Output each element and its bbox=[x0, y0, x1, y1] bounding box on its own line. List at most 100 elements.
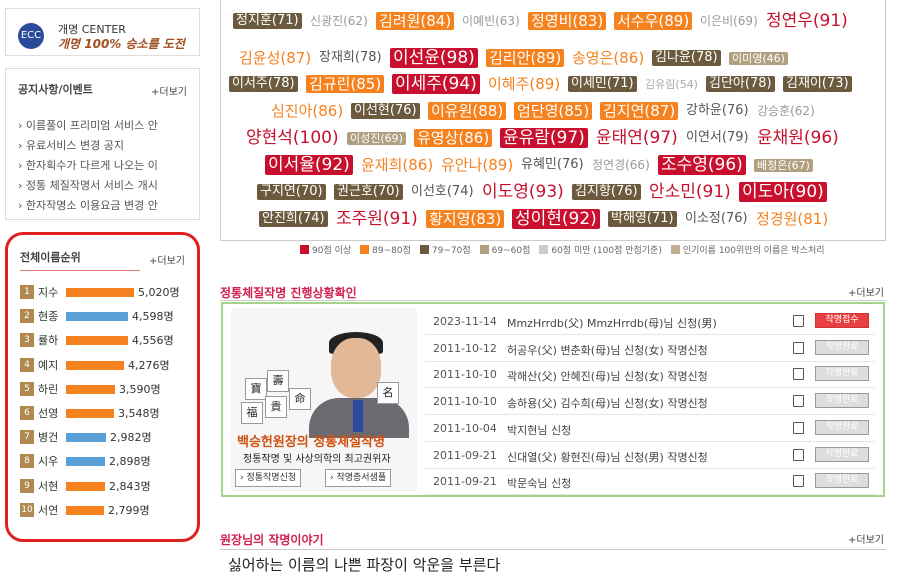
name-score-tag[interactable]: 이선호(74) bbox=[411, 184, 474, 200]
name-score-tag[interactable]: 유안나(89) bbox=[441, 156, 513, 174]
name-score-tag[interactable]: 윤태연(97) bbox=[596, 128, 678, 148]
name-score-tag[interactable]: 이세민(71) bbox=[568, 76, 637, 92]
name-score-tag[interactable]: 김지향(76) bbox=[572, 184, 641, 200]
progress-more-link[interactable]: +더보기 bbox=[848, 284, 884, 299]
notice-item[interactable]: › 유료서비스 변경 공지 bbox=[18, 137, 158, 157]
save-icon[interactable] bbox=[793, 475, 804, 488]
save-icon[interactable] bbox=[793, 448, 804, 461]
ranking-row[interactable]: 4 예지 4,276명 bbox=[20, 356, 200, 374]
certificate-sample-button[interactable]: › 작명증서샘플 bbox=[325, 469, 392, 487]
name-score-tag[interactable]: 윤재희(86) bbox=[361, 156, 433, 174]
name-score-tag[interactable]: 윤채원(96) bbox=[757, 128, 839, 148]
name-score-tag[interactable]: 김나윤(78) bbox=[652, 50, 721, 66]
ranking-row[interactable]: 9 서현 2,843명 bbox=[20, 477, 200, 495]
application-row[interactable]: 2011-10-10 송하용(父) 김수희(母)님 신청(女) 작명신청 작명완료 bbox=[425, 388, 875, 416]
ranking-row[interactable]: 1 지수 5,020명 bbox=[20, 283, 200, 301]
application-text[interactable]: 신대열(父) 황현진(母)님 신청(男) 작명신청 bbox=[507, 449, 708, 465]
apply-naming-button[interactable]: › 정통작명신청 bbox=[235, 469, 302, 487]
name-score-tag[interactable]: 김리안(89) bbox=[486, 49, 565, 67]
application-row[interactable]: 2011-10-04 박지현님 신청 작명완료 bbox=[425, 415, 875, 442]
name-score-tag[interactable]: 엄단영(85) bbox=[514, 102, 593, 120]
name-score-tag[interactable]: 양현석(100) bbox=[246, 128, 339, 148]
name-score-tag[interactable]: 김려원(84) bbox=[376, 12, 455, 30]
ranking-row[interactable]: 6 선영 3,548명 bbox=[20, 404, 200, 422]
notice-item[interactable]: › 정통 체질작명서 서비스 개시 bbox=[18, 177, 158, 197]
name-score-tag[interactable]: 유영상(86) bbox=[414, 129, 493, 147]
name-score-tag[interactable]: 구지연(70) bbox=[257, 184, 326, 200]
ranking-row[interactable]: 8 시우 2,898명 bbox=[20, 452, 200, 470]
notice-item[interactable]: › 한자작명소 이용요금 변경 안 bbox=[18, 197, 158, 217]
name-score-tag[interactable]: 강하윤(76) bbox=[686, 103, 749, 119]
name-score-tag[interactable]: 유혜민(76) bbox=[521, 157, 584, 173]
ranking-row[interactable]: 3 률하 4,556명 bbox=[20, 331, 200, 349]
save-icon[interactable] bbox=[793, 421, 804, 434]
name-score-tag[interactable]: 이도영(93) bbox=[482, 182, 564, 202]
application-text[interactable]: 박문숙님 신청 bbox=[507, 475, 571, 491]
save-icon[interactable] bbox=[793, 395, 804, 408]
name-score-tag[interactable]: 이선윤(98) bbox=[390, 48, 478, 69]
name-score-tag[interactable]: 이서율(92) bbox=[265, 155, 353, 176]
application-row[interactable]: 2011-10-12 허공우(父) 변춘화(母)님 신청(女) 작명신청 작명완료 bbox=[425, 335, 875, 362]
name-score-tag[interactable]: 이은비(69) bbox=[700, 14, 758, 28]
name-score-tag[interactable]: 이미영(46) bbox=[729, 51, 788, 65]
name-score-tag[interactable]: 조수영(96) bbox=[658, 155, 746, 176]
name-score-tag[interactable]: 서수우(89) bbox=[614, 12, 693, 30]
application-text[interactable]: 송하용(父) 김수희(母)님 신청(女) 작명신청 bbox=[507, 395, 708, 411]
name-score-tag[interactable]: 이유원(88) bbox=[428, 102, 507, 120]
name-score-tag[interactable]: 정연경(66) bbox=[592, 158, 650, 172]
name-score-tag[interactable]: 심진아(86) bbox=[271, 102, 343, 120]
name-score-tag[interactable]: 이서주(78) bbox=[229, 76, 298, 92]
ranking-more-link[interactable]: +더보기 bbox=[149, 252, 185, 267]
name-score-tag[interactable]: 이도아(90) bbox=[739, 182, 827, 203]
name-score-tag[interactable]: 이선현(76) bbox=[351, 103, 420, 119]
name-score-tag[interactable]: 이혜주(89) bbox=[488, 75, 560, 93]
name-score-tag[interactable]: 배정은(67) bbox=[754, 158, 813, 172]
name-score-tag[interactable]: 이성진(69) bbox=[347, 131, 406, 145]
notice-more-link[interactable]: +더보기 bbox=[151, 83, 187, 98]
ranking-row[interactable]: 2 현종 4,598명 bbox=[20, 307, 200, 325]
name-score-tag[interactable]: 김지연(87) bbox=[600, 102, 679, 120]
name-score-tag[interactable]: 정연우(91) bbox=[766, 11, 848, 31]
application-row[interactable]: 2023-11-14 MmzHrrdb(父) MmzHrrdb(母)님 신청(男)… bbox=[425, 308, 875, 335]
name-score-tag[interactable]: 송영은(86) bbox=[572, 49, 644, 67]
name-score-tag[interactable]: 황지영(83) bbox=[426, 210, 505, 228]
notice-item[interactable]: › 한자획수가 다르게 나오는 이 bbox=[18, 157, 158, 177]
ranking-row[interactable]: 5 하린 3,590명 bbox=[20, 380, 200, 398]
name-score-tag[interactable]: 이연서(79) bbox=[686, 130, 749, 146]
name-score-tag[interactable]: 김단아(78) bbox=[706, 76, 775, 92]
name-score-tag[interactable]: 김규린(85) bbox=[306, 75, 385, 93]
name-score-tag[interactable]: 권근호(70) bbox=[334, 184, 403, 200]
name-score-tag[interactable]: 정영비(83) bbox=[528, 12, 607, 30]
name-score-tag[interactable]: 박해영(71) bbox=[608, 211, 677, 227]
name-score-tag[interactable]: 안소민(91) bbox=[649, 182, 731, 202]
name-score-tag[interactable]: 김유림(54) bbox=[645, 78, 698, 91]
name-score-tag[interactable]: 이세주(94) bbox=[392, 74, 480, 95]
application-row[interactable]: 2011-10-10 곽해산(父) 안혜진(母)님 신청(女) 작명신청 작명완료 bbox=[425, 361, 875, 389]
center-logo[interactable]: ECC 개명 CENTER 개명 100% 승소를 도전 bbox=[5, 8, 200, 56]
application-row[interactable]: 2011-09-21 박문숙님 신청 작명완료 bbox=[425, 468, 875, 496]
name-score-tag[interactable]: 장재희(78) bbox=[319, 50, 382, 66]
name-score-tag[interactable]: 이예빈(63) bbox=[462, 14, 520, 28]
name-score-tag[interactable]: 강승훈(62) bbox=[757, 104, 815, 118]
name-score-tag[interactable]: 윤유람(97) bbox=[500, 128, 588, 149]
ranking-row[interactable]: 7 병건 2,982명 bbox=[20, 428, 200, 446]
name-score-tag[interactable]: 신광진(62) bbox=[310, 14, 368, 28]
application-row[interactable]: 2011-09-21 신대열(父) 황현진(母)님 신청(男) 작명신청 작명완료 bbox=[425, 442, 875, 469]
director-promo[interactable]: 백승헌원장의 정통체질작명 정통작명 및 사상의학의 최고권위자 › 정통작명신… bbox=[231, 308, 417, 491]
name-score-tag[interactable]: 김재이(73) bbox=[783, 76, 852, 92]
notice-item[interactable]: › 이름풀이 프리미엄 서비스 안 bbox=[18, 117, 158, 137]
application-text[interactable]: 허공우(父) 변춘화(母)님 신청(女) 작명신청 bbox=[507, 342, 708, 358]
application-text[interactable]: 곽해산(父) 안혜진(母)님 신청(女) 작명신청 bbox=[507, 368, 708, 384]
application-text[interactable]: MmzHrrdb(父) MmzHrrdb(母)님 신청(男) bbox=[507, 315, 717, 331]
name-score-tag[interactable]: 정지훈(71) bbox=[233, 13, 302, 29]
save-icon[interactable] bbox=[793, 368, 804, 381]
story-more-link[interactable]: +더보기 bbox=[848, 531, 884, 546]
name-score-tag[interactable]: 안진희(74) bbox=[259, 211, 328, 227]
name-score-tag[interactable]: 김윤성(87) bbox=[239, 49, 311, 67]
name-score-tag[interactable]: 조주원(91) bbox=[336, 209, 418, 229]
ranking-row[interactable]: 10 서연 2,799명 bbox=[20, 501, 200, 519]
story-headline[interactable]: 싫어하는 이름의 나쁜 파장이 악운을 부른다 bbox=[228, 554, 500, 575]
name-score-tag[interactable]: 성이현(92) bbox=[512, 209, 600, 230]
name-score-tag[interactable]: 정경원(81) bbox=[756, 210, 828, 228]
save-icon[interactable] bbox=[793, 315, 804, 327]
